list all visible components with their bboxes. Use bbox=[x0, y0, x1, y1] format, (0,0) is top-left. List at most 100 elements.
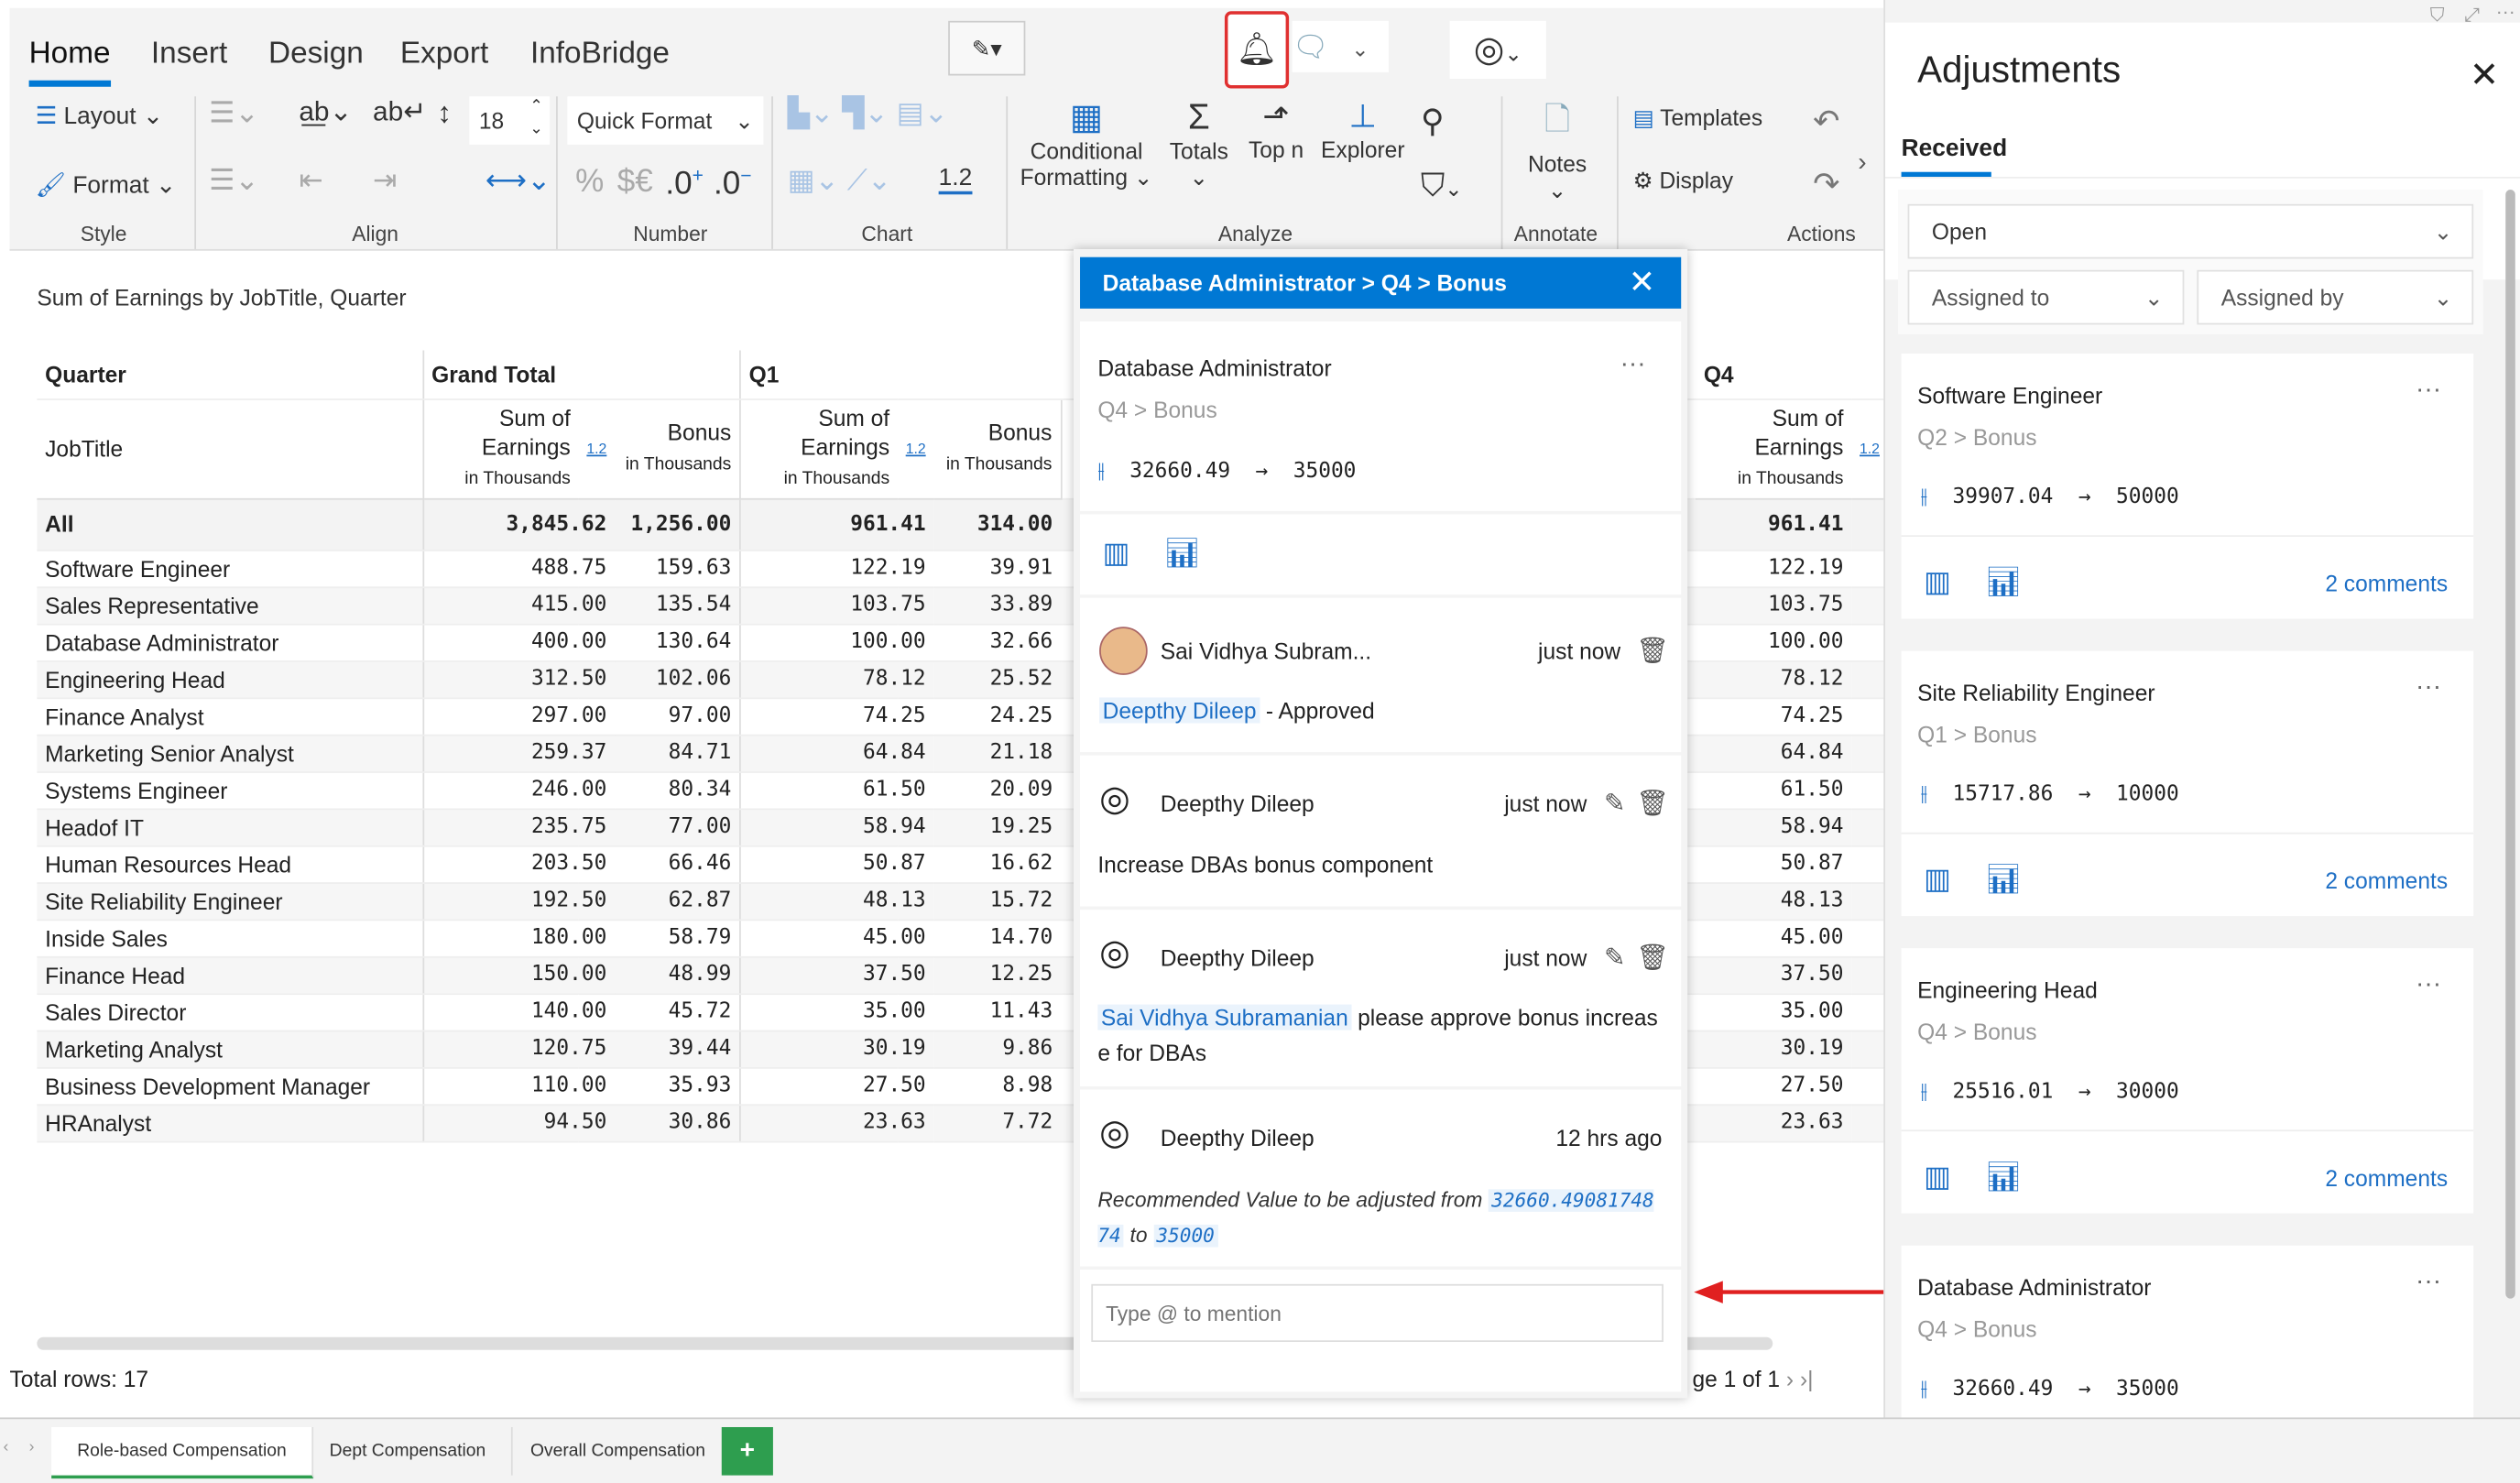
mention-link[interactable]: Sai Vidhya Subramanian bbox=[1097, 1005, 1352, 1030]
align-lines-icon[interactable]: ☰⌄ bbox=[209, 96, 259, 130]
tab-export[interactable]: Export bbox=[400, 37, 488, 72]
trash-icon[interactable]: 🗑︎ bbox=[1636, 635, 1669, 667]
adjustment-card[interactable]: Engineering Head ··· Q4 > Bonus ⫲ 25516.… bbox=[1901, 948, 2474, 1214]
edit-icon[interactable]: ✎ bbox=[1604, 788, 1626, 820]
format-button[interactable]: 🖌︎ Format ⌄ bbox=[36, 170, 176, 200]
top-n-button[interactable]: ⬏ Top n bbox=[1240, 96, 1311, 162]
bar-chart-icon[interactable]: 📊︎ bbox=[1985, 1161, 2022, 1194]
tab-infobridge[interactable]: InfoBridge bbox=[530, 37, 670, 72]
increase-decimal-icon[interactable]: .0+ bbox=[665, 164, 704, 203]
more-options-icon[interactable]: ··· bbox=[2416, 673, 2441, 703]
quick-format-dropdown[interactable]: Quick Format ⌄ bbox=[567, 96, 764, 145]
column-view-icon[interactable]: ▥ bbox=[1924, 1161, 1951, 1194]
edit-icon[interactable]: ✎ bbox=[1604, 942, 1626, 974]
tab-received[interactable]: Received bbox=[1901, 135, 2007, 177]
sheet-tab-overall[interactable]: Overall Compensation bbox=[505, 1426, 733, 1476]
vertical-align-icon[interactable]: ☰⌄ bbox=[209, 164, 259, 198]
last-page-icon[interactable]: ›| bbox=[1800, 1366, 1814, 1391]
percent-button[interactable]: % bbox=[575, 164, 604, 201]
filter-icon[interactable]: ⛉⌄ bbox=[1421, 169, 1462, 205]
assigned-to-dropdown[interactable]: Assigned to ⌄ bbox=[1907, 269, 2185, 325]
decimal-icon[interactable]: 1.2 bbox=[897, 398, 934, 499]
display-button[interactable]: ⚙ Display bbox=[1633, 167, 1733, 194]
text-wrap-button[interactable]: a͟b⌄ bbox=[299, 96, 352, 128]
chevron-right-icon[interactable]: › bbox=[1858, 149, 1866, 179]
column-width-icon[interactable]: ⟷⌄ bbox=[485, 164, 551, 198]
undo-icon[interactable]: ↶ bbox=[1813, 102, 1839, 142]
adjustment-card[interactable]: Database Administrator ··· Q4 > Bonus ⫲ … bbox=[1901, 1245, 2474, 1423]
more-options-icon[interactable]: ··· bbox=[2416, 971, 2441, 1000]
cell: Finance Analyst bbox=[37, 697, 424, 736]
column-view-icon[interactable]: ▥ bbox=[1103, 537, 1130, 571]
column-view-icon[interactable]: ▥ bbox=[1924, 566, 1951, 600]
bar-chart-icon[interactable]: 📊︎ bbox=[1163, 537, 1200, 571]
add-comment-button[interactable]: 🗨︎ ⌄ bbox=[1292, 20, 1389, 72]
data-labels-button[interactable]: 1.2 bbox=[938, 164, 973, 195]
comments-link[interactable]: 2 comments bbox=[2325, 1165, 2448, 1191]
totals-button[interactable]: Σ Totals ⌄ bbox=[1163, 96, 1234, 191]
tab-design[interactable]: Design bbox=[268, 37, 364, 72]
comment-body: to bbox=[1124, 1223, 1153, 1248]
comments-link[interactable]: 2 comments bbox=[2325, 867, 2448, 893]
more-options-icon[interactable]: ··· bbox=[2496, 0, 2515, 23]
next-page-icon[interactable]: › bbox=[1786, 1366, 1794, 1391]
status-dropdown[interactable]: Open ⌄ bbox=[1907, 203, 2474, 259]
search-icon[interactable]: ⚲ bbox=[1421, 102, 1445, 142]
earnings-header[interactable]: Sum of Earnings in Thousands bbox=[739, 398, 898, 499]
vertical-scrollbar[interactable] bbox=[2505, 190, 2515, 1299]
prev-sheet-icon[interactable]: ‹ bbox=[4, 1438, 9, 1456]
column-view-icon[interactable]: ▥ bbox=[1924, 863, 1951, 897]
bonus-header[interactable]: Bonus in Thousands bbox=[615, 398, 741, 499]
close-icon[interactable]: ✕ bbox=[1629, 262, 1655, 302]
q4-header[interactable]: Q4 bbox=[1696, 350, 1893, 399]
explorer-button[interactable]: ⊥ Explorer bbox=[1315, 96, 1411, 162]
mention-link[interactable]: Deepthy Dileep bbox=[1099, 697, 1260, 724]
trash-icon[interactable]: 🗑︎ bbox=[1636, 788, 1669, 820]
templates-button[interactable]: ▤ Templates bbox=[1633, 104, 1763, 132]
next-sheet-icon[interactable]: › bbox=[29, 1438, 35, 1456]
add-sheet-button[interactable]: + bbox=[721, 1426, 773, 1476]
jobtitle-header[interactable]: JobTitle bbox=[37, 398, 424, 499]
cell: 110.00 bbox=[422, 1066, 616, 1106]
sheet-tab-role-based[interactable]: Role-based Compensation bbox=[51, 1426, 314, 1479]
outdent-icon[interactable]: ⇤ bbox=[299, 164, 322, 198]
edit-mode-button[interactable]: ✎▾ bbox=[948, 20, 1026, 76]
trash-icon[interactable]: 🗑︎ bbox=[1636, 942, 1669, 974]
tab-insert[interactable]: Insert bbox=[151, 37, 227, 72]
stepper-arrows-icon[interactable]: ⌃ ⌄ bbox=[529, 96, 543, 141]
redo-icon[interactable]: ↷ bbox=[1813, 164, 1839, 204]
currency-button[interactable]: $€ bbox=[617, 164, 653, 201]
chevron-down-icon[interactable]: ⌄ bbox=[1351, 37, 1369, 60]
value-change: ⫲ 32660.49 → 35000 bbox=[1920, 1377, 2179, 1401]
adjustment-card[interactable]: Site Reliability Engineer ··· Q1 > Bonus… bbox=[1901, 650, 2474, 917]
user-menu-button[interactable]: ◎⌄ bbox=[1449, 20, 1546, 79]
notifications-button[interactable]: 🔔︎ bbox=[1224, 11, 1290, 89]
comments-link[interactable]: 2 comments bbox=[2325, 571, 2448, 596]
bonus-header[interactable]: Bonus in Thousands bbox=[933, 398, 1062, 499]
chart-style-icon[interactable]: ▦⌄ ⟋⌄ bbox=[788, 164, 892, 198]
close-icon[interactable]: ✕ bbox=[2470, 55, 2499, 97]
indent-icon[interactable]: ⇥ bbox=[373, 164, 397, 198]
q1-header[interactable]: Q1 bbox=[739, 350, 1062, 399]
font-size-stepper[interactable]: 18 ⌃ ⌄ bbox=[469, 96, 551, 145]
wrap-text-icon[interactable]: ab↵ bbox=[373, 96, 426, 128]
adjustment-card[interactable]: Software Engineer ··· Q2 > Bonus ⫲ 39907… bbox=[1901, 353, 2474, 619]
sheet-tab-dept[interactable]: Dept Compensation bbox=[304, 1426, 514, 1476]
notes-button[interactable]: 🗋︎ Notes ⌄ bbox=[1521, 96, 1595, 204]
more-options-icon[interactable]: ··· bbox=[2416, 1268, 2441, 1297]
more-options-icon[interactable]: ··· bbox=[1620, 350, 1646, 379]
conditional-formatting-button[interactable]: ▦ Conditional Formatting ⌄ bbox=[1019, 96, 1153, 191]
bar-chart-icon[interactable]: 📊︎ bbox=[1985, 566, 2022, 600]
assigned-by-dropdown[interactable]: Assigned by ⌄ bbox=[2197, 269, 2474, 325]
earnings-header[interactable]: Sum of Earnings in Thousands bbox=[422, 398, 579, 499]
decimal-icon[interactable]: 1.2 bbox=[578, 398, 616, 499]
cell: 39.44 bbox=[615, 1030, 741, 1068]
mention-input[interactable] bbox=[1091, 1283, 1664, 1343]
tab-home[interactable]: Home bbox=[28, 37, 111, 87]
layout-button[interactable]: ☰ Layout ⌄ bbox=[36, 102, 163, 130]
chart-type-icon[interactable]: ▙⌄ ▜⌄ ▤⌄ bbox=[788, 96, 948, 130]
more-options-icon[interactable]: ··· bbox=[2416, 376, 2441, 406]
decrease-decimal-icon[interactable]: .0− bbox=[714, 164, 752, 203]
bar-chart-icon[interactable]: 📊︎ bbox=[1985, 863, 2022, 897]
earnings-header[interactable]: Sum of Earnings in Thousands bbox=[1696, 398, 1852, 499]
